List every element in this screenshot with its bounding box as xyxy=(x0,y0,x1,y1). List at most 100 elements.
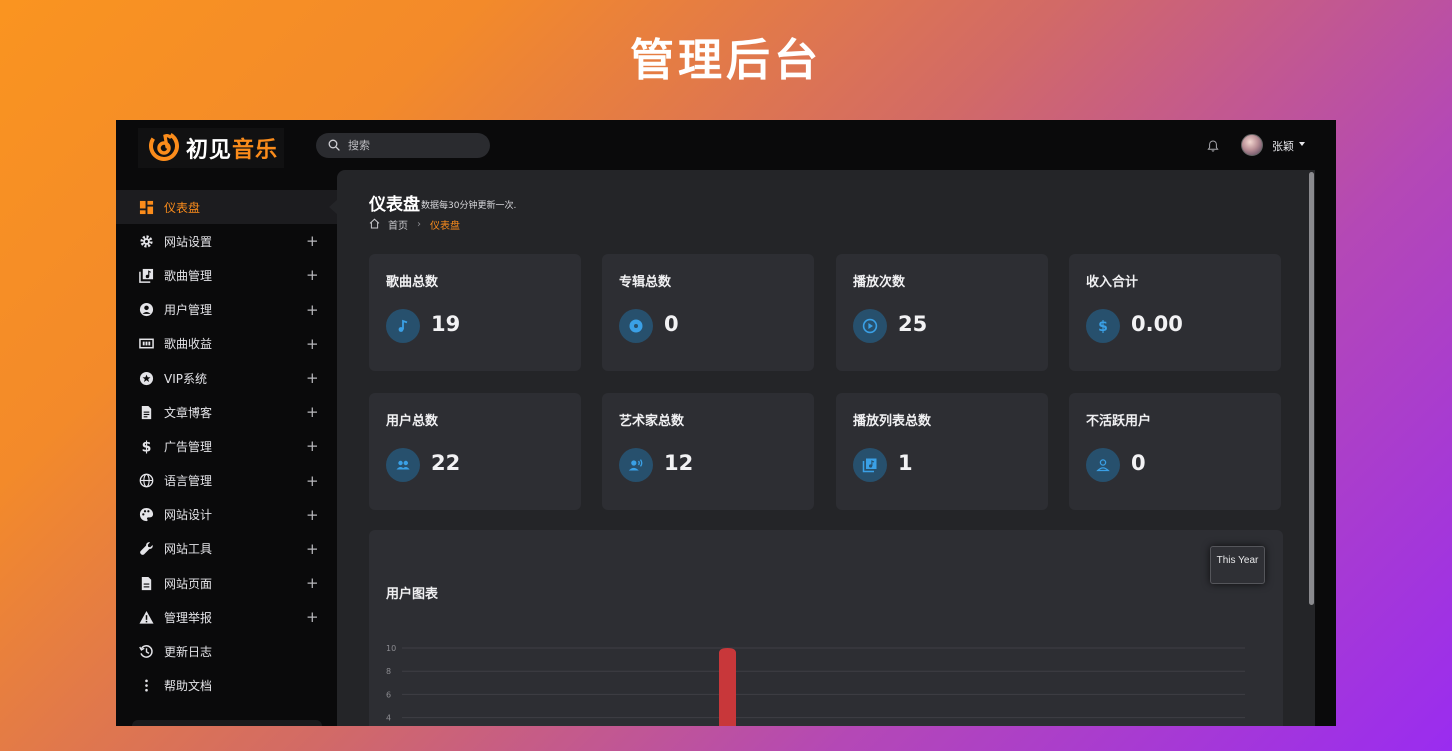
stat-label: 艺术家总数 xyxy=(619,414,685,429)
sidebar-item-songs[interactable]: 歌曲管理 + xyxy=(116,258,337,292)
sidebar-item-label: 管理举报 xyxy=(164,610,213,625)
sidebar-item-blog[interactable]: 文章博客 + xyxy=(116,395,337,429)
sidebar-item-label: 文章博客 xyxy=(164,405,213,420)
sidebar-item-help-docs[interactable]: 帮助文档 xyxy=(116,669,337,703)
sidebar-item-ads[interactable]: $ 广告管理 + xyxy=(116,429,337,463)
sidebar-item-label: 帮助文档 xyxy=(164,679,213,694)
stat-value: 1 xyxy=(898,451,913,475)
sidebar-item-changelog[interactable]: 更新日志 xyxy=(116,634,337,668)
sidebar-item-label: 歌曲管理 xyxy=(164,268,213,283)
sidebar-item-label: 网站工具 xyxy=(164,542,213,557)
stat-value: 12 xyxy=(664,451,694,475)
y-tick-label: 4 xyxy=(386,714,391,723)
expand-plus-icon[interactable]: + xyxy=(306,369,319,387)
expand-plus-icon[interactable]: + xyxy=(306,574,319,592)
more-vertical-icon xyxy=(138,678,154,694)
stat-card-playlists[interactable]: 播放列表总数 1 xyxy=(836,393,1048,510)
playlist-icon xyxy=(853,448,887,482)
stat-card-inactive-users[interactable]: 不活跃用户 0 xyxy=(1069,393,1281,510)
artist-voice-icon xyxy=(619,448,653,482)
expand-plus-icon[interactable]: + xyxy=(306,437,319,455)
expand-plus-icon[interactable]: + xyxy=(306,335,319,353)
breadcrumb-separator: › xyxy=(417,219,421,230)
hero-title: 管理后台 xyxy=(630,35,822,86)
sidebar-item-label: VIP系统 xyxy=(164,371,207,386)
user-chart: 4 6 8 10 xyxy=(386,644,1245,726)
chevron-down-icon[interactable] xyxy=(1299,142,1305,146)
sidebar-item-dashboard[interactable]: 仪表盘 xyxy=(116,190,338,225)
sidebar-item-label: 仪表盘 xyxy=(164,200,201,215)
sidebar-item-vip[interactable]: VIP系统 + xyxy=(116,361,337,395)
expand-plus-icon[interactable]: + xyxy=(306,472,319,490)
home-icon[interactable] xyxy=(369,218,388,232)
stat-label: 播放次数 xyxy=(853,275,906,290)
stat-card-songs[interactable]: 歌曲总数 19 xyxy=(369,254,581,371)
top-bar: 初见音乐 张颖 xyxy=(116,120,1336,170)
stat-value: 0 xyxy=(1131,451,1146,475)
user-name[interactable]: 张颖 xyxy=(1272,138,1294,154)
stat-value: 22 xyxy=(431,451,461,475)
history-icon xyxy=(138,644,154,660)
stat-label: 用户总数 xyxy=(386,414,439,429)
expand-plus-icon[interactable]: + xyxy=(306,266,319,284)
search-icon xyxy=(328,136,340,155)
bell-icon[interactable] xyxy=(1206,138,1220,152)
stat-card-income[interactable]: 收入合计 $ 0.00 xyxy=(1069,254,1281,371)
palette-icon xyxy=(138,507,154,523)
stat-label: 播放列表总数 xyxy=(853,414,932,429)
svg-text:$: $ xyxy=(141,440,151,454)
logo-text-white: 初见 xyxy=(186,138,233,163)
sidebar-item-label: 广告管理 xyxy=(164,439,213,454)
music-note-icon xyxy=(386,309,420,343)
stat-card-users[interactable]: 用户总数 22 xyxy=(369,393,581,510)
dollar-icon: $ xyxy=(138,438,154,454)
sidebar-item-song-revenue[interactable]: 歌曲收益 + xyxy=(116,327,337,361)
content-scrollbar[interactable] xyxy=(1309,172,1314,605)
stat-value: 19 xyxy=(431,312,461,336)
sidebar-item-site-settings[interactable]: 网站设置 + xyxy=(116,224,337,258)
logo[interactable]: 初见音乐 xyxy=(138,128,284,168)
user-chart-card: 用户图表 This Year 4 6 8 10 xyxy=(369,530,1283,726)
y-tick-label: 10 xyxy=(386,644,396,653)
chart-bar[interactable] xyxy=(719,648,736,726)
admin-app-window: 初见音乐 张颖 仪表盘 网站设置 + 歌曲管理 + xyxy=(116,120,1336,726)
avatar[interactable] xyxy=(1241,134,1263,156)
stat-label: 不活跃用户 xyxy=(1086,414,1152,429)
sidebar-item-label: 语言管理 xyxy=(164,474,213,489)
expand-plus-icon[interactable]: + xyxy=(306,608,319,626)
sidebar-item-site-design[interactable]: 网站设计 + xyxy=(116,498,337,532)
article-icon xyxy=(138,404,154,420)
page-subtitle: 数据每30分钟更新一次. xyxy=(421,201,517,211)
sidebar-item-reports[interactable]: 管理举报 + xyxy=(116,600,337,634)
stat-value: 0.00 xyxy=(1131,312,1183,336)
search-input[interactable] xyxy=(348,139,478,152)
stat-card-artists[interactable]: 艺术家总数 12 xyxy=(602,393,814,510)
breadcrumb-home-link[interactable]: 首页 xyxy=(388,217,408,232)
page-title: 仪表盘 xyxy=(369,195,420,215)
svg-text:$: $ xyxy=(1098,319,1108,334)
expand-plus-icon[interactable]: + xyxy=(306,403,319,421)
y-tick-label: 8 xyxy=(386,667,391,676)
page-icon xyxy=(138,575,154,591)
stat-value: 0 xyxy=(664,312,679,336)
sidebar-item-languages[interactable]: 语言管理 + xyxy=(116,464,337,498)
sidebar-footer-bar xyxy=(132,720,322,726)
play-circle-icon xyxy=(853,309,887,343)
expand-plus-icon[interactable]: + xyxy=(306,232,319,250)
warning-icon xyxy=(138,609,154,625)
dollar-icon: $ xyxy=(1086,309,1120,343)
stat-label: 收入合计 xyxy=(1086,275,1139,290)
user-circle-icon xyxy=(138,302,154,318)
stat-card-albums[interactable]: 专辑总数 0 xyxy=(602,254,814,371)
users-icon xyxy=(386,448,420,482)
expand-plus-icon[interactable]: + xyxy=(306,506,319,524)
sidebar-item-site-pages[interactable]: 网站页面 + xyxy=(116,566,337,600)
expand-plus-icon[interactable]: + xyxy=(306,540,319,558)
expand-plus-icon[interactable]: + xyxy=(306,301,319,319)
sidebar-item-site-tools[interactable]: 网站工具 + xyxy=(116,532,337,566)
stat-card-plays[interactable]: 播放次数 25 xyxy=(836,254,1048,371)
money-icon xyxy=(138,336,154,352)
sidebar-item-label: 网站设计 xyxy=(164,508,213,523)
sidebar-item-users[interactable]: 用户管理 + xyxy=(116,293,337,327)
search-bar[interactable] xyxy=(316,133,490,158)
